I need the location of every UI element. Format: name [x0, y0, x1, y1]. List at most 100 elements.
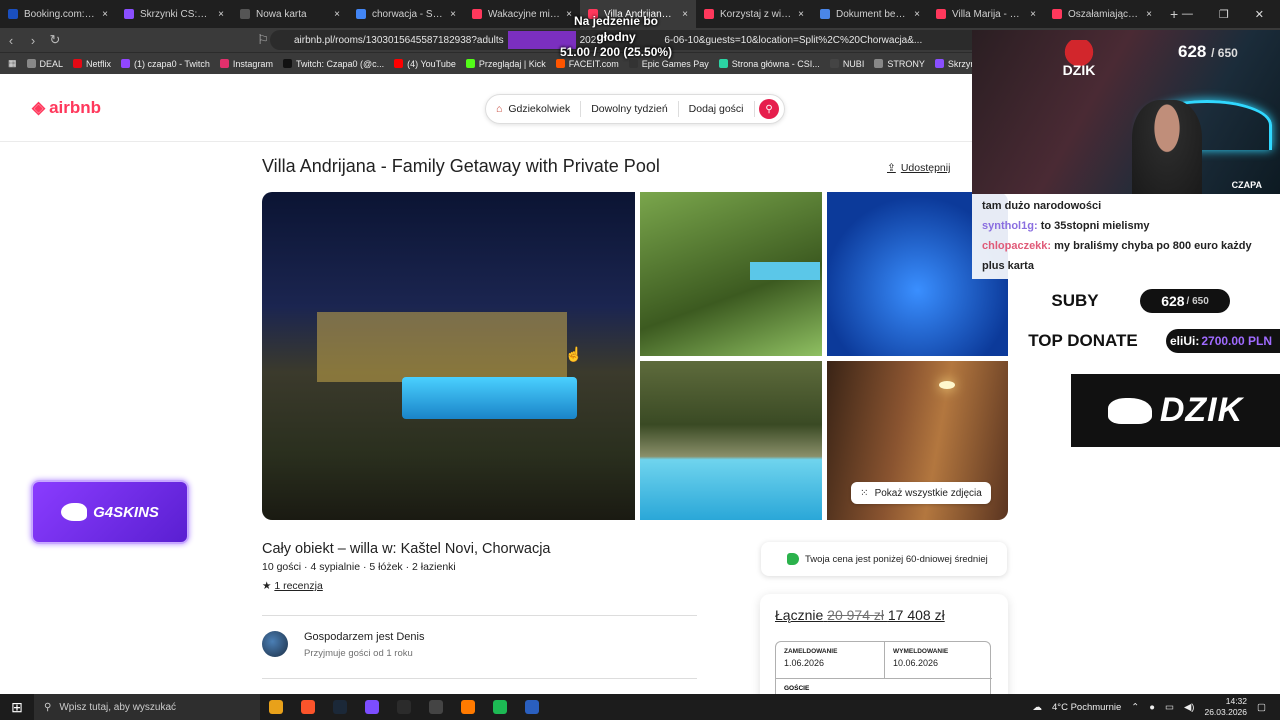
total-price[interactable]: Łącznie 20 974 zł 17 408 zł — [775, 607, 945, 623]
browser-tab[interactable]: Villa Marija - wykwintn × — [928, 0, 1044, 28]
bookmark-item[interactable]: NUBI — [829, 59, 864, 69]
tray-chevron-icon[interactable]: ⌃ — [1131, 702, 1139, 713]
browser-tab[interactable]: Nowa karta × — [232, 0, 348, 28]
search-who-label: Dodaj gości — [688, 103, 744, 115]
bookmark-favicon-icon — [26, 59, 36, 68]
share-button[interactable]: ⇪ Udostępnij — [887, 162, 950, 174]
chat-message: chlopaczekk: my braliśmy chyba po 800 eu… — [982, 236, 1270, 276]
tab-label: Oszałamiający dom z 4 — [1068, 8, 1140, 20]
bookmark-item[interactable]: Instagram — [219, 58, 273, 69]
browser-tab[interactable]: Korzystaj z willi z pryw × — [696, 0, 812, 28]
reviews-link[interactable]: ★ 1 recenzja — [262, 580, 323, 592]
tab-favicon-icon — [704, 9, 714, 19]
search-who[interactable]: Dodaj gości — [679, 101, 755, 117]
taskbar-search[interactable]: ⚲ Wpisz tutaj, aby wyszukać — [34, 694, 260, 720]
clock[interactable]: 14:32 26.03.2026 — [1204, 696, 1247, 718]
bookmark-label: DEAL — [39, 58, 64, 69]
tab-label: chorwacja - Szukaj w G — [372, 8, 444, 20]
bookmark-favicon-icon — [874, 59, 884, 68]
taskbar-app-icon[interactable] — [324, 694, 356, 720]
tab-favicon-icon — [240, 9, 250, 19]
bookmark-item[interactable]: Przeglądaj | Kick — [465, 59, 546, 69]
bookmark-label: Strona główna - CSI... — [731, 58, 820, 69]
tab-favicon-icon — [472, 9, 482, 19]
tab-close-icon[interactable]: × — [218, 9, 224, 20]
g4skins-text: G4SKINS — [93, 503, 159, 521]
taskbar-app-icon[interactable] — [356, 694, 388, 720]
house-icon: ⌂ — [496, 103, 503, 115]
taskbar-app-icon[interactable] — [260, 694, 292, 720]
forward-icon[interactable]: › — [22, 33, 44, 48]
volume-icon[interactable]: ◀) — [1184, 702, 1194, 713]
bookmark-item[interactable]: Strona główna - CSI... — [718, 58, 820, 69]
search-where[interactable]: ⌂ Gdziekolwiek — [486, 101, 582, 117]
back-icon[interactable]: ‹ — [0, 33, 22, 48]
bookmark-item[interactable]: DEAL — [26, 58, 64, 69]
app-icon — [429, 700, 443, 714]
date-picker[interactable]: ZAMELDOWANIE 1.06.2026 WYMELDOWANIE 10.0… — [775, 641, 992, 694]
tab-close-icon[interactable]: × — [914, 9, 920, 20]
tab-label: Dokument bez tytułu — [836, 8, 908, 20]
bookmark-favicon-icon — [73, 59, 83, 68]
windows-start-icon[interactable]: ⊞ — [0, 699, 34, 716]
browser-tab[interactable]: Dokument bez tytułu × — [812, 0, 928, 28]
taskbar-app-icon[interactable] — [452, 694, 484, 720]
bookmark-item[interactable]: Twitch: Czapa0 (@c... — [282, 59, 384, 69]
old-price: 20 974 zł — [827, 607, 884, 623]
tab-close-icon[interactable]: × — [450, 9, 456, 20]
airbnb-logo[interactable]: ◈ airbnb — [32, 98, 101, 118]
boar-icon — [1107, 397, 1152, 424]
host-avatar[interactable] — [262, 631, 288, 657]
price-info-badge: Twoja cena jest poniżej 60-dniowej średn… — [761, 542, 1007, 576]
browser-tab[interactable]: Booking.com: Hotele - × — [0, 0, 116, 28]
bookmark-label: Instagram — [232, 58, 273, 69]
taskbar-app-icon[interactable] — [292, 694, 324, 720]
show-all-photos-button[interactable]: ⁙ Pokaż wszystkie zdjęcia — [851, 482, 991, 504]
host-name: Gospodarzem jest Denis — [304, 631, 425, 643]
reload-icon[interactable]: ↻ — [44, 32, 66, 48]
search-button[interactable]: ⚲ — [759, 99, 779, 119]
stream-chat: tam dużo narodowości synthol1g: to 35stop… — [972, 194, 1280, 279]
minimize-icon[interactable]: — — [1182, 8, 1193, 20]
photo-4[interactable] — [640, 361, 822, 520]
taskbar-app-icon[interactable] — [516, 694, 548, 720]
bookmark-item[interactable]: (1) czapa0 - Twitch — [121, 59, 210, 69]
close-window-icon[interactable]: ✕ — [1255, 8, 1264, 21]
checkin-field[interactable]: ZAMELDOWANIE 1.06.2026 — [776, 642, 884, 678]
airbnb-logo-text: airbnb — [49, 98, 102, 117]
taskbar-app-icon[interactable] — [388, 694, 420, 720]
network-icon[interactable]: ▭ — [1165, 702, 1174, 713]
chat-text: tam dużo narodowości — [982, 200, 1102, 212]
system-tray: ☁ 4°C Pochmurnie ⌃ ● ▭ ◀) 14:32 26.03.20… — [1033, 694, 1280, 720]
search-when[interactable]: Dowolny tydzień — [581, 101, 679, 117]
browser-tab[interactable]: Skrzynki CS:GO/CS2 | (× — [116, 0, 232, 28]
browser-tab[interactable]: Oszałamiający dom z 4 × — [1044, 0, 1160, 28]
subs-total: / 650 — [1186, 295, 1209, 307]
bookmark-item[interactable]: STRONY — [874, 59, 925, 69]
restore-icon[interactable]: ❐ — [1219, 8, 1229, 21]
chat-text: to 35stopni mielismy — [1040, 220, 1150, 232]
guests-field[interactable]: GOŚCIE — [784, 685, 809, 692]
tab-close-icon[interactable]: × — [102, 9, 108, 20]
tab-close-icon[interactable]: × — [682, 9, 688, 20]
bookmark-item[interactable]: Netflix — [73, 59, 111, 69]
streamer — [1132, 100, 1202, 194]
search-bar[interactable]: ⌂ Gdziekolwiek Dowolny tydzień Dodaj goś… — [485, 94, 785, 124]
apps-grid-icon[interactable]: ▦ — [8, 58, 17, 69]
notification-icon[interactable]: ▢ — [1257, 702, 1266, 713]
browser-tab[interactable]: chorwacja - Szukaj w G × — [348, 0, 464, 28]
tab-close-icon[interactable]: × — [1030, 9, 1036, 20]
top-donate-value: 2700.00 PLN — [1201, 334, 1273, 348]
photo-2[interactable] — [640, 192, 822, 356]
checkout-field[interactable]: WYMELDOWANIE 10.06.2026 — [884, 642, 992, 678]
cam-count: 628 — [1178, 42, 1207, 61]
tab-close-icon[interactable]: × — [334, 9, 340, 20]
tab-close-icon[interactable]: × — [798, 9, 804, 20]
bookmark-item[interactable]: (4) YouTube — [394, 59, 456, 69]
app-icon — [269, 700, 283, 714]
taskbar-app-icon[interactable] — [484, 694, 516, 720]
tab-close-icon[interactable]: × — [1146, 9, 1152, 20]
total-label: Łącznie — [775, 607, 824, 623]
taskbar-app-icon[interactable] — [420, 694, 452, 720]
mic-icon[interactable]: ● — [1149, 702, 1155, 713]
